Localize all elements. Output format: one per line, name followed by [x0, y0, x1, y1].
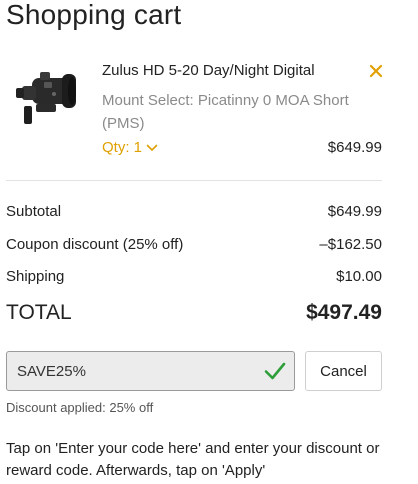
product-name[interactable]: Zulus HD 5-20 Day/Night Digital — [102, 62, 315, 79]
coupon-code-input[interactable]: SAVE25% — [6, 351, 295, 391]
subtotal-label: Subtotal — [6, 203, 62, 220]
page-title: Shopping cart — [6, 0, 182, 30]
product-variant: Mount Select: Picatinny 0 MOA Short (PMS… — [102, 92, 349, 132]
discount-applied-note: Discount applied: 25% off — [6, 400, 154, 415]
shopping-cart-page: Shopping cart Zulus HD 5-20 Day/Night Di… — [0, 0, 418, 484]
subtotal-row: Subtotal $649.99 — [6, 203, 382, 220]
coupon-code-value: SAVE25% — [17, 362, 86, 380]
shipping-label: Shipping — [6, 268, 65, 285]
quantity-label: Qty: 1 — [102, 139, 143, 156]
remove-item-button[interactable] — [368, 63, 384, 79]
close-icon — [369, 64, 383, 78]
shipping-row: Shipping $10.00 — [6, 268, 382, 285]
checkmark-icon — [264, 362, 286, 380]
divider — [6, 180, 382, 181]
shipping-value: $10.00 — [336, 268, 382, 285]
product-price: $649.99 — [327, 139, 382, 156]
total-value: $497.49 — [306, 301, 382, 324]
coupon-discount-label: Coupon discount (25% off) — [6, 236, 184, 253]
quantity-dropdown[interactable]: Qty: 1 — [102, 139, 158, 156]
product-image[interactable] — [14, 64, 80, 130]
subtotal-value: $649.99 — [327, 203, 382, 220]
cancel-coupon-button[interactable]: Cancel — [305, 351, 382, 391]
coupon-discount-value: –$162.50 — [319, 236, 382, 253]
total-row: TOTAL $497.49 — [6, 301, 382, 325]
total-label: TOTAL — [6, 301, 72, 324]
chevron-down-icon — [146, 144, 158, 151]
instructions-text: Tap on 'Enter your code here' and enter … — [6, 440, 380, 479]
coupon-discount-row: Coupon discount (25% off) –$162.50 — [6, 236, 382, 253]
cart-item: Zulus HD 5-20 Day/Night Digital Mount Se… — [6, 52, 384, 180]
